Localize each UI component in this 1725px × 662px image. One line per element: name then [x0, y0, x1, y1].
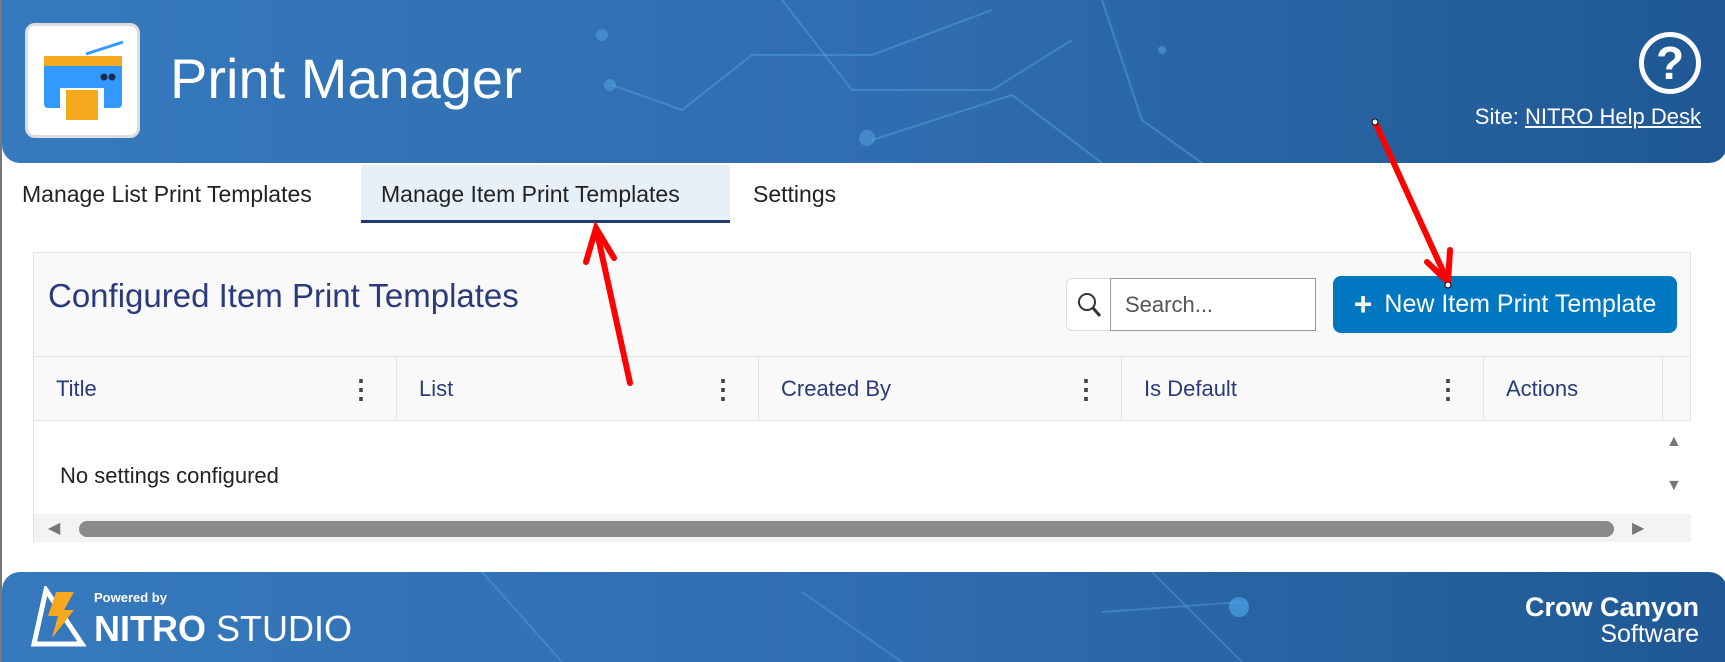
column-is-default[interactable]: Is Default ⋮ [1122, 357, 1484, 421]
print-manager-logo [25, 23, 140, 138]
site-link[interactable]: NITRO Help Desk [1525, 104, 1701, 129]
scrollbar-thumb[interactable] [79, 521, 1614, 537]
column-menu-icon[interactable]: ⋮ [1435, 376, 1461, 402]
column-label: Is Default [1144, 376, 1237, 401]
search-input[interactable] [1110, 278, 1316, 331]
scroll-up-icon[interactable]: ▲ [1666, 433, 1682, 451]
scroll-right-icon[interactable]: ▶ [1632, 518, 1644, 538]
column-label: Title [56, 376, 97, 401]
powered-by-text: Powered by [94, 590, 167, 605]
new-button-label: New Item Print Template [1384, 290, 1657, 318]
new-item-print-template-button[interactable]: + New Item Print Template [1333, 276, 1677, 333]
tab-manage-item-print-templates[interactable]: Manage Item Print Templates [361, 165, 730, 223]
studio-text: STUDIO [216, 608, 353, 649]
panel-title: Configured Item Print Templates [48, 277, 519, 314]
app-title: Print Manager [170, 47, 522, 110]
nitro-studio-wordmark: NITRO STUDIO [94, 608, 352, 650]
column-menu-icon[interactable]: ⋮ [1073, 376, 1099, 402]
column-label: Actions [1506, 376, 1579, 401]
site-label: Site: [1474, 104, 1519, 129]
plus-icon: + [1353, 286, 1373, 322]
column-label: List [419, 376, 454, 401]
column-created-by[interactable]: Created By ⋮ [759, 357, 1122, 421]
scroll-down-icon[interactable]: ▼ [1666, 477, 1682, 495]
column-menu-icon[interactable]: ⋮ [710, 376, 736, 402]
column-menu-icon[interactable]: ⋮ [348, 376, 374, 402]
crow-canyon-logo: Crow Canyon Software [1525, 592, 1699, 649]
printer-icon [44, 40, 124, 122]
horizontal-scrollbar[interactable]: ◀ ▶ [34, 514, 1691, 542]
templates-panel: Configured Item Print Templates + New Ite… [33, 252, 1691, 542]
software-text: Software [1600, 620, 1699, 648]
tab-manage-list-print-templates[interactable]: Manage List Print Templates [2, 165, 332, 223]
column-title[interactable]: Title ⋮ [34, 357, 397, 421]
column-list[interactable]: List ⋮ [397, 357, 759, 421]
scroll-left-icon[interactable]: ◀ [48, 518, 60, 538]
nitro-text: NITRO [94, 608, 206, 649]
site-info: Site: NITRO Help Desk [1475, 104, 1701, 130]
table-body: No settings configured ▲ ▼ ◀ ▶ [34, 421, 1691, 542]
crow-canyon-text: Crow Canyon [1524, 592, 1699, 622]
tab-settings[interactable]: Settings [733, 165, 856, 223]
column-label: Created By [781, 376, 892, 401]
search-icon [1066, 278, 1110, 331]
app-footer: Powered by NITRO STUDIO Crow Canyon Softw… [2, 572, 1725, 662]
empty-message: No settings configured [60, 463, 279, 488]
table-header: Title ⋮ List ⋮ Created By ⋮ Is Default ⋮ Act… [34, 356, 1691, 421]
column-actions: Actions [1484, 357, 1663, 421]
nitro-studio-logo-icon [30, 586, 87, 647]
question-circle-icon[interactable]: ? [1639, 32, 1701, 94]
app-header: Print Manager ? Site: NITRO Help Desk [2, 0, 1725, 163]
